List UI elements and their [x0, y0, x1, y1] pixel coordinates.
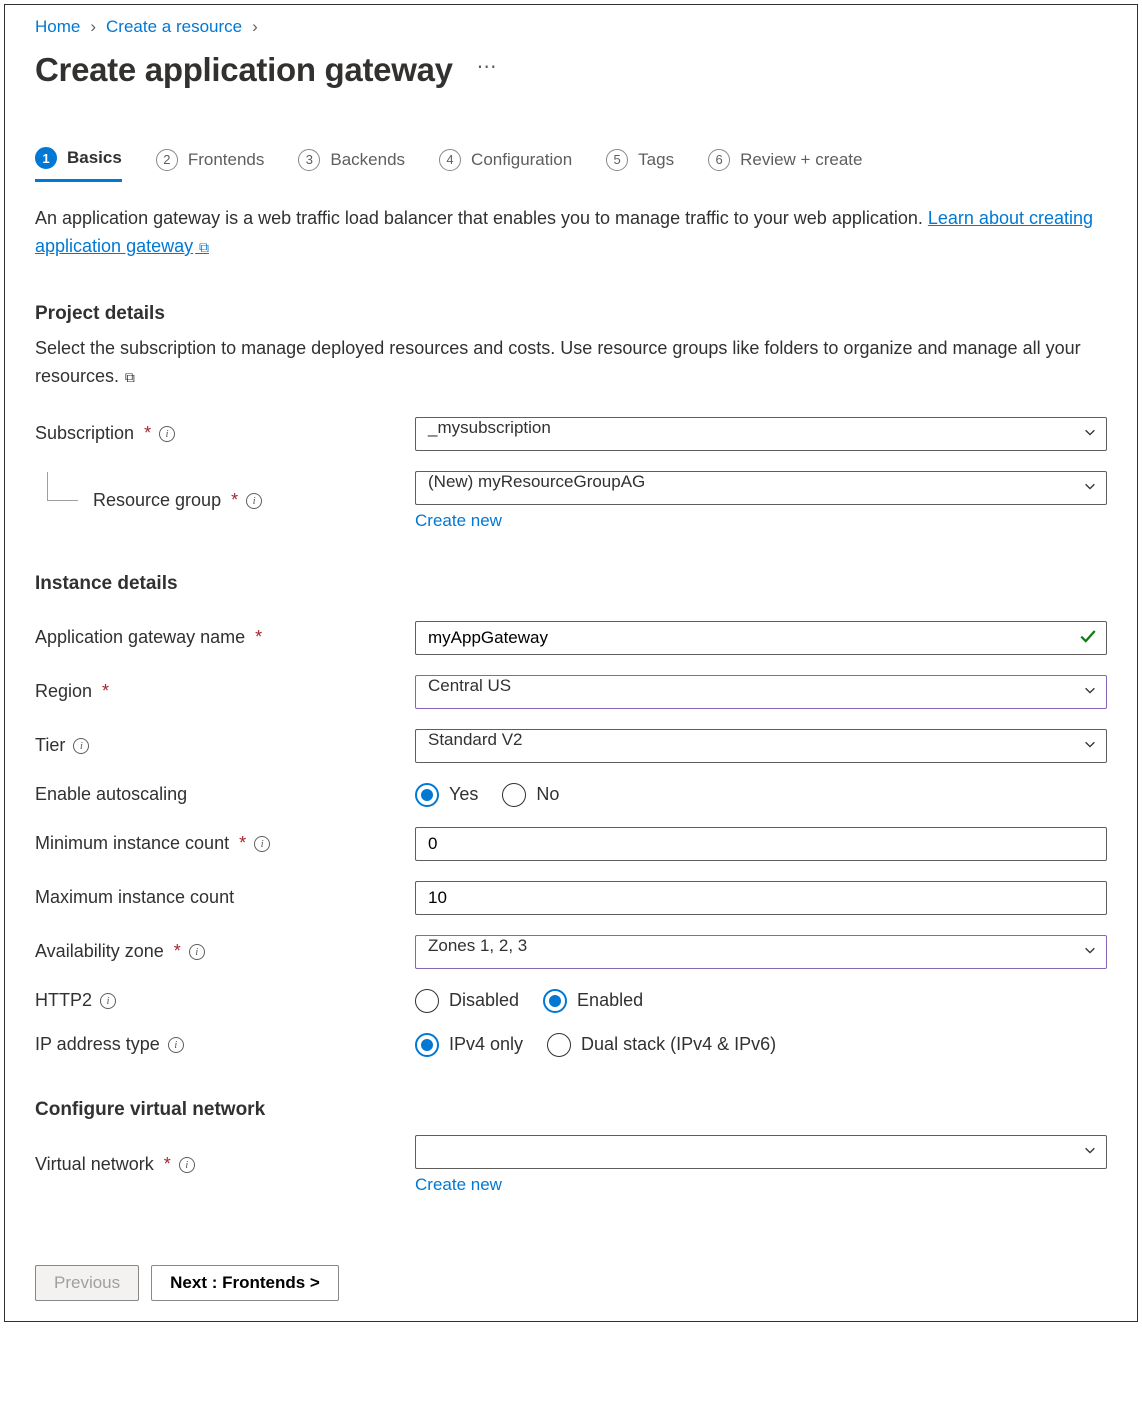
create-new-vnet-link[interactable]: Create new	[415, 1175, 502, 1194]
previous-button: Previous	[35, 1265, 139, 1301]
http2-enabled-radio[interactable]: Enabled	[543, 989, 643, 1013]
autoscaling-yes-radio[interactable]: Yes	[415, 783, 478, 807]
intro-text: An application gateway is a web traffic …	[35, 205, 1107, 261]
label-region: Region	[35, 681, 92, 702]
region-select[interactable]: Central US	[415, 675, 1107, 709]
min-instance-input[interactable]	[415, 827, 1107, 861]
tab-review-create[interactable]: 6 Review + create	[708, 147, 862, 182]
app-gateway-name-input[interactable]	[415, 621, 1107, 655]
create-new-rg-link[interactable]: Create new	[415, 511, 502, 530]
label-subscription: Subscription	[35, 423, 134, 444]
section-instance-details: Instance details	[35, 573, 1107, 595]
external-link-icon: ⧉	[121, 369, 135, 385]
label-max-instance: Maximum instance count	[35, 887, 234, 908]
ip-dual-radio[interactable]: Dual stack (IPv4 & IPv6)	[547, 1033, 776, 1057]
external-link-icon: ⧉	[195, 239, 209, 255]
autoscaling-no-radio[interactable]: No	[502, 783, 559, 807]
label-enable-autoscaling: Enable autoscaling	[35, 784, 187, 805]
more-actions-icon[interactable]: ⋯	[477, 54, 499, 87]
label-http2: HTTP2	[35, 990, 92, 1011]
tab-configuration[interactable]: 4 Configuration	[439, 147, 572, 182]
tab-basics[interactable]: 1 Basics	[35, 147, 122, 182]
info-icon[interactable]: i	[189, 944, 205, 960]
project-details-desc: Select the subscription to manage deploy…	[35, 335, 1107, 391]
wizard-tabs: 1 Basics 2 Frontends 3 Backends 4 Config…	[35, 147, 1107, 183]
info-icon[interactable]: i	[159, 426, 175, 442]
breadcrumb: Home › Create a resource ›	[35, 15, 1107, 51]
tab-frontends[interactable]: 2 Frontends	[156, 147, 265, 182]
label-availability-zone: Availability zone	[35, 941, 164, 962]
label-tier: Tier	[35, 735, 65, 756]
page-title: Create application gateway	[35, 51, 453, 89]
label-ip-type: IP address type	[35, 1034, 160, 1055]
chevron-right-icon: ›	[90, 17, 96, 37]
availability-zone-select[interactable]: Zones 1, 2, 3	[415, 935, 1107, 969]
breadcrumb-home[interactable]: Home	[35, 17, 80, 37]
breadcrumb-create-resource[interactable]: Create a resource	[106, 17, 242, 37]
label-min-instance: Minimum instance count	[35, 833, 229, 854]
info-icon[interactable]: i	[254, 836, 270, 852]
resource-group-select[interactable]: (New) myResourceGroupAG	[415, 471, 1107, 505]
chevron-right-icon: ›	[252, 17, 258, 37]
ip-v4-radio[interactable]: IPv4 only	[415, 1033, 523, 1057]
http2-disabled-radio[interactable]: Disabled	[415, 989, 519, 1013]
info-icon[interactable]: i	[73, 738, 89, 754]
virtual-network-select[interactable]	[415, 1135, 1107, 1169]
label-resource-group: Resource group	[93, 490, 221, 511]
info-icon[interactable]: i	[168, 1037, 184, 1053]
next-button[interactable]: Next : Frontends >	[151, 1265, 339, 1301]
max-instance-input[interactable]	[415, 881, 1107, 915]
tab-backends[interactable]: 3 Backends	[298, 147, 405, 182]
autoscaling-radio-group: Yes No	[415, 783, 1107, 807]
tier-select[interactable]: Standard V2	[415, 729, 1107, 763]
section-configure-vnet: Configure virtual network	[35, 1099, 1107, 1121]
info-icon[interactable]: i	[179, 1157, 195, 1173]
label-app-gateway-name: Application gateway name	[35, 627, 245, 648]
info-icon[interactable]: i	[246, 493, 262, 509]
subscription-select[interactable]: _mysubscription	[415, 417, 1107, 451]
ip-type-radio-group: IPv4 only Dual stack (IPv4 & IPv6)	[415, 1033, 1107, 1057]
http2-radio-group: Disabled Enabled	[415, 989, 1107, 1013]
tab-tags[interactable]: 5 Tags	[606, 147, 674, 182]
label-virtual-network: Virtual network	[35, 1154, 154, 1175]
section-project-details: Project details	[35, 303, 1107, 325]
info-icon[interactable]: i	[100, 993, 116, 1009]
